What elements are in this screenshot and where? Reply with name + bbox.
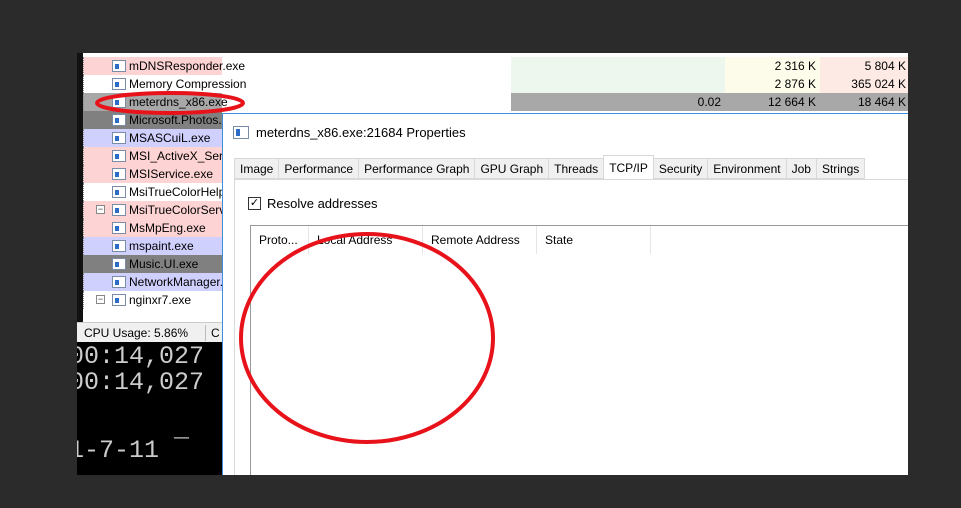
highlight-ellipse-process (95, 91, 245, 115)
highlight-ellipse-empty-list (239, 232, 495, 444)
annotation-layer (95, 91, 495, 444)
